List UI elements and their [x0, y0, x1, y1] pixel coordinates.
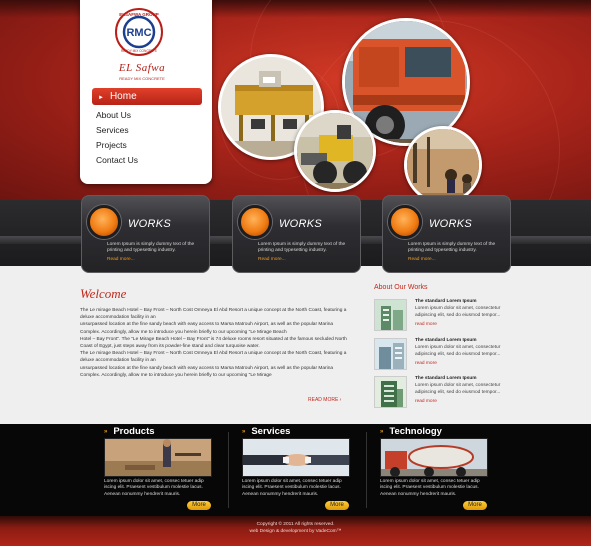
- work-read-more-link[interactable]: Read more...: [107, 257, 135, 262]
- welcome-paragraph: Hotel – Bay Front". The "Le Mirage Beach…: [80, 336, 347, 350]
- logo-script-name: EL Safwa: [118, 62, 166, 74]
- building-thumbnail[interactable]: [374, 299, 407, 331]
- welcome-paragraph: The Le mirage Beach Hotel – Bay Front – …: [80, 308, 347, 321]
- footer-copyright: Copyright © 2011 All rights reserved.: [256, 522, 335, 527]
- work-title: WORKS: [429, 218, 473, 230]
- construction-site-photo: [404, 126, 482, 200]
- orange-orb-icon: [87, 205, 121, 239]
- technology-more-button[interactable]: More: [463, 501, 487, 510]
- about-works-item-title: The standard Lorem Ipsum: [415, 299, 477, 304]
- services-more-button[interactable]: More: [325, 501, 349, 510]
- seal-ring-text: ELSAFWA GROUP: [119, 12, 159, 17]
- welcome-read-more-link[interactable]: READ MORE ›: [308, 397, 341, 403]
- orange-orb-icon: [388, 205, 422, 239]
- welcome-paragraph: unsurpassed location at the fine sandy b…: [80, 322, 334, 335]
- footer: Copyright © 2011 All rights reserved. we…: [0, 516, 591, 546]
- welcome-heading: Welcome: [80, 286, 127, 301]
- column-title: » Products: [104, 426, 155, 437]
- technology-image[interactable]: [380, 438, 488, 477]
- loader-photo: [294, 110, 376, 192]
- about-works-read-more-link[interactable]: read more: [415, 322, 437, 327]
- column-title: » Technology: [380, 426, 442, 437]
- column-divider: [366, 432, 367, 508]
- services-image[interactable]: [242, 438, 350, 477]
- column-title-label: Products: [113, 426, 155, 437]
- work-title: WORKS: [128, 218, 172, 230]
- work-card[interactable]: WORKS Lorem Ipsum is simply dummy text o…: [232, 195, 361, 273]
- about-works-item-text: Lorem ipsum dolor sit amet, consectetur …: [415, 383, 501, 395]
- column-title: » Services: [242, 426, 290, 437]
- company-seal-logo[interactable]: RMC ELSAFWA GROUP READY MIX CONCRETE: [110, 7, 168, 57]
- double-chevron-icon: »: [242, 429, 246, 435]
- welcome-paragraph: unsurpassed location at the fine sandy b…: [80, 365, 334, 378]
- chevron-right-icon: ›: [339, 397, 342, 403]
- about-works-read-more-link[interactable]: read more: [415, 361, 437, 366]
- nav-item-services[interactable]: Services: [92, 123, 202, 138]
- column-title-label: Technology: [389, 426, 442, 437]
- main-content: Welcome The Le mirage Beach Hotel – Bay …: [0, 266, 591, 424]
- about-works-item: The standard Lorem Ipsum Lorem ipsum dol…: [374, 338, 514, 372]
- work-description: Lorem Ipsum is simply dummy text of the …: [408, 242, 496, 254]
- double-chevron-icon: »: [104, 429, 108, 435]
- nav-item-home[interactable]: ► Home: [92, 88, 202, 105]
- nav-item-contact-us[interactable]: Contact Us: [92, 153, 202, 168]
- nav-item-projects[interactable]: Projects: [92, 138, 202, 153]
- about-works-item-title: The standard Lorem Ipsum: [415, 376, 477, 381]
- work-card[interactable]: WORKS Lorem Ipsum is simply dummy text o…: [382, 195, 511, 273]
- welcome-body: The Le mirage Beach Hotel – Bay Front – …: [80, 307, 352, 379]
- products-more-button[interactable]: More: [187, 501, 211, 510]
- main-nav: ► Home About Us Services Projects Contact…: [92, 88, 202, 168]
- nav-item-label: Home: [109, 91, 137, 102]
- about-works-read-more-link[interactable]: read more: [415, 399, 437, 404]
- work-description: Lorem Ipsum is simply dummy text of the …: [258, 242, 346, 254]
- logo-tagline: READY MIX CONCRETE: [119, 76, 165, 81]
- column-text: Lorem ipsum dolor sit amet, consec tetue…: [380, 479, 480, 497]
- column-divider: [228, 432, 229, 508]
- building-thumbnail[interactable]: [374, 338, 407, 370]
- seal-center-text: RMC: [126, 27, 151, 39]
- about-works-item-text: Lorem ipsum dolor sit amet, consectetur …: [415, 306, 501, 318]
- about-works-item-text: Lorem ipsum dolor sit amet, consectetur …: [415, 345, 501, 357]
- about-works-item: The standard Lorem Ipsum Lorem ipsum dol…: [374, 299, 514, 333]
- double-chevron-icon: »: [380, 429, 384, 435]
- work-read-more-link[interactable]: Read more...: [258, 257, 286, 262]
- column-text: Lorem ipsum dolor sit amet, consec tetue…: [242, 479, 342, 497]
- about-works-heading: About Our Works: [374, 284, 428, 291]
- work-title: WORKS: [279, 218, 323, 230]
- welcome-paragraph: The Le mirage Beach Hotel – Bay Front – …: [80, 351, 347, 364]
- bottom-columns: » Products Lorem ipsum dolor sit amet, co…: [0, 424, 591, 516]
- footer-credit: web Design & development by VadeCom™: [249, 529, 342, 534]
- about-works-item: The standard Lorem Ipsum Lorem ipsum dol…: [374, 376, 514, 410]
- work-read-more-link[interactable]: Read more...: [408, 257, 436, 262]
- products-image[interactable]: [104, 438, 212, 477]
- column-title-label: Services: [251, 426, 291, 437]
- work-card[interactable]: WORKS Lorem Ipsum is simply dummy text o…: [81, 195, 210, 273]
- seal-bottom-text: READY MIX CONCRETE: [121, 49, 157, 53]
- about-works-item-title: The standard Lorem Ipsum: [415, 338, 477, 343]
- orange-orb-icon: [238, 205, 272, 239]
- work-description: Lorem Ipsum is simply dummy text of the …: [107, 242, 195, 254]
- column-text: Lorem ipsum dolor sit amet, consec tetue…: [104, 479, 204, 497]
- read-more-label: READ MORE: [308, 397, 339, 403]
- arrow-right-icon: ►: [98, 95, 104, 101]
- nav-item-about-us[interactable]: About Us: [92, 108, 202, 123]
- building-thumbnail[interactable]: [374, 376, 407, 408]
